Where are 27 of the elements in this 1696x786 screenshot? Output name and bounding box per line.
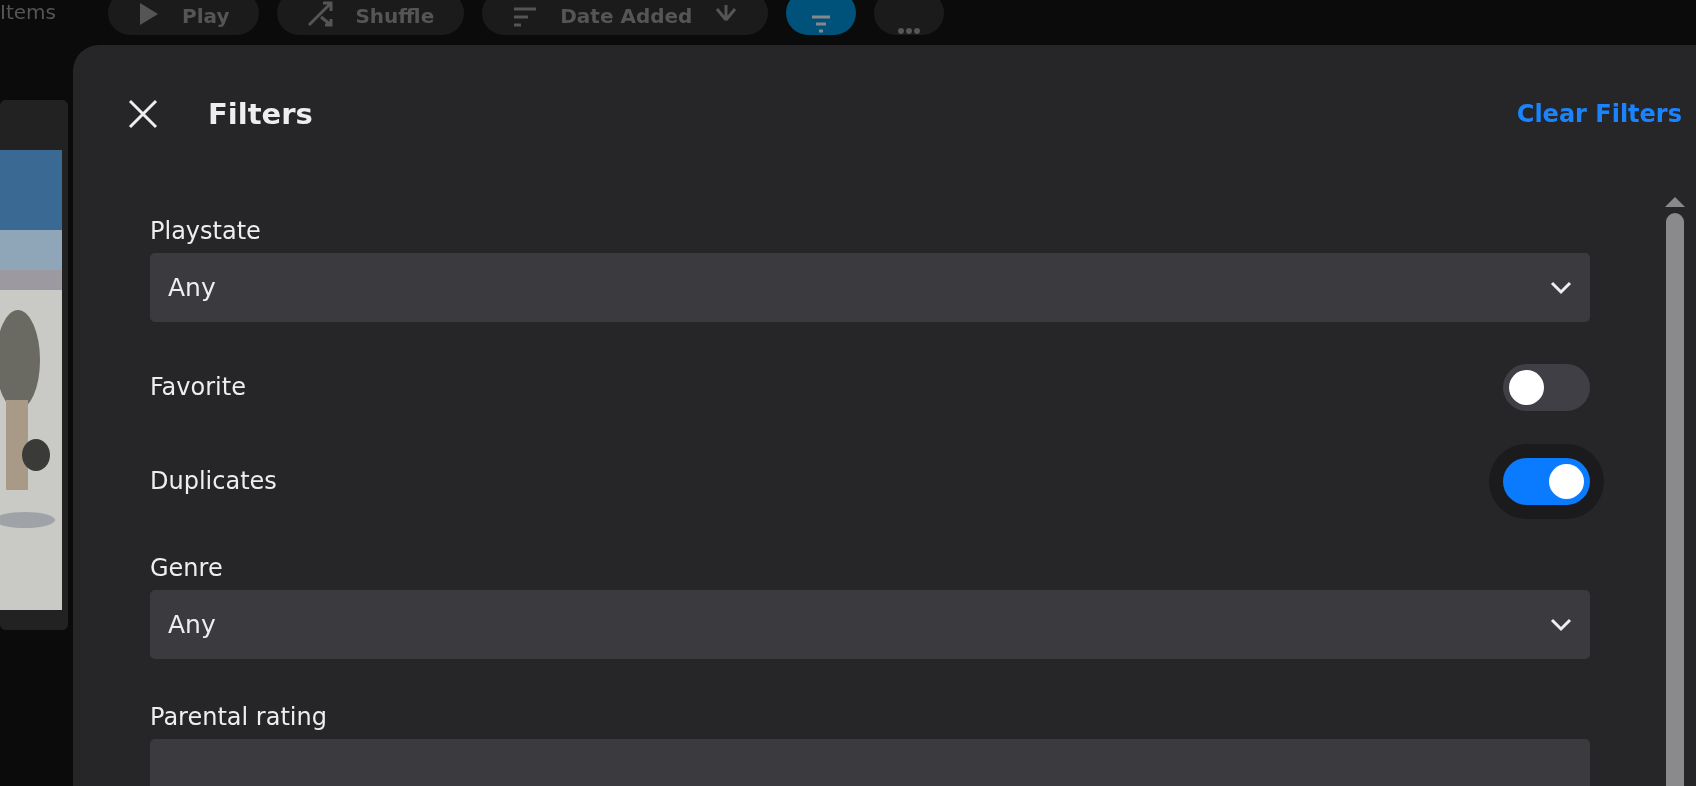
shuffle-icon bbox=[307, 1, 334, 27]
play-button[interactable]: Play bbox=[108, 0, 260, 35]
select-field[interactable]: Any bbox=[150, 253, 1590, 322]
clear-filters-link[interactable]: Clear Filters bbox=[1516, 96, 1682, 132]
more-button[interactable] bbox=[874, 0, 945, 35]
chevron-down-icon bbox=[1550, 280, 1572, 295]
sort-icon bbox=[512, 5, 539, 27]
select-field[interactable]: Any bbox=[150, 590, 1590, 659]
item-count: Items bbox=[0, 2, 57, 22]
filter-button[interactable] bbox=[786, 0, 857, 35]
toggle-label: Favorite bbox=[150, 372, 246, 403]
chevron-down-icon bbox=[1550, 617, 1572, 632]
scroll-up-icon[interactable] bbox=[1665, 195, 1685, 207]
sort-button[interactable]: Date Added bbox=[482, 0, 769, 35]
close-icon bbox=[126, 97, 160, 131]
play-icon bbox=[138, 1, 160, 27]
more-icon bbox=[897, 27, 922, 35]
scrollbar-thumb[interactable] bbox=[1666, 213, 1684, 786]
field-label: Parental rating bbox=[150, 702, 328, 733]
field-label: Genre bbox=[150, 553, 224, 584]
toggle-switch[interactable] bbox=[1503, 363, 1590, 411]
toggle-label: Duplicates bbox=[150, 466, 277, 497]
close-button[interactable] bbox=[126, 97, 160, 131]
dialog-title: Filters bbox=[208, 96, 314, 132]
field-label: Playstate bbox=[150, 216, 262, 247]
shuffle-button[interactable]: Shuffle bbox=[277, 0, 465, 35]
filter-icon bbox=[810, 13, 833, 35]
